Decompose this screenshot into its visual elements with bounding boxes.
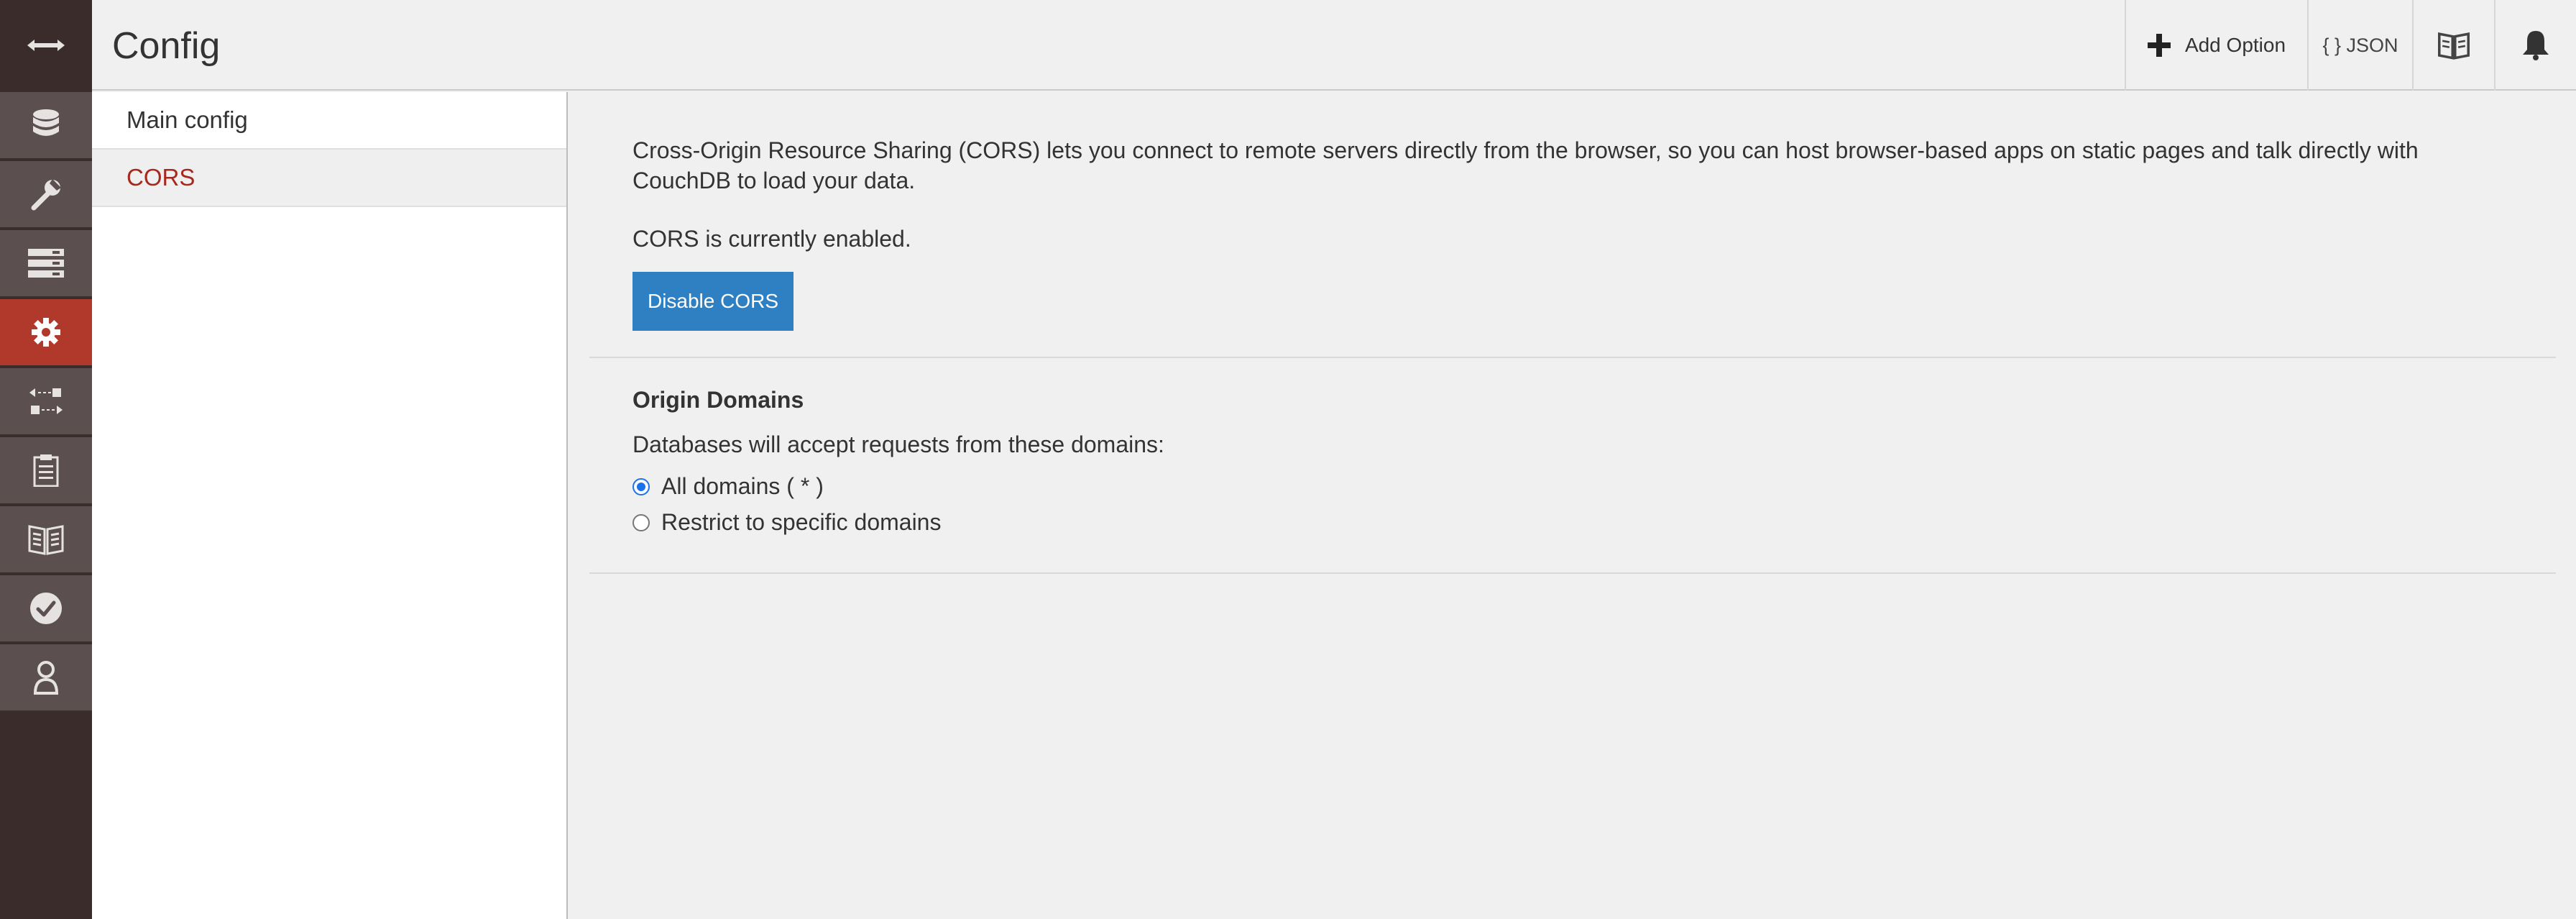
cors-description-line2: CouchDB to load your data.: [632, 168, 916, 193]
json-label: { } JSON: [2322, 34, 2398, 56]
section-divider: [589, 572, 2556, 574]
config-sidebar: Main config CORS: [92, 92, 568, 919]
sidebar-item-cors[interactable]: CORS: [92, 150, 566, 207]
nav-toggle-button[interactable]: [0, 0, 92, 91]
sidebar-item-main-config[interactable]: Main config: [92, 92, 566, 150]
nav-active-tasks[interactable]: [0, 230, 92, 298]
add-option-label: Add Option: [2184, 34, 2286, 56]
replication-icon: [29, 388, 63, 414]
wrench-icon: [31, 179, 61, 211]
restrict-domains-radio[interactable]: [632, 513, 650, 531]
cors-description-line1: Cross-Origin Resource Sharing (CORS) let…: [632, 137, 2419, 163]
section-divider: [589, 357, 2556, 358]
nav-replication[interactable]: [0, 368, 92, 436]
all-domains-label: All domains ( * ): [661, 473, 824, 499]
all-domains-option[interactable]: All domains ( * ): [632, 473, 824, 500]
nav-setup[interactable]: [0, 161, 92, 229]
book-icon: [2438, 32, 2470, 60]
bell-icon: [2523, 31, 2549, 60]
origin-domains-description: Databases will accept requests from thes…: [632, 431, 1164, 457]
nav-verify[interactable]: [0, 575, 92, 643]
plus-icon: [2147, 34, 2171, 57]
nav-user[interactable]: [0, 644, 92, 712]
book-icon: [28, 525, 64, 555]
primary-nav: [0, 0, 92, 919]
disable-cors-button[interactable]: Disable CORS: [632, 272, 794, 331]
sidebar-item-label: CORS: [126, 164, 196, 191]
main-content: Cross-Origin Resource Sharing (CORS) let…: [569, 92, 2576, 919]
nav-documentation[interactable]: [0, 506, 92, 574]
page-header: Config Add Option { } JSON: [92, 0, 2576, 91]
origin-domains-heading: Origin Domains: [632, 387, 804, 413]
page-title: Config: [112, 25, 221, 67]
arrows-horizontal-icon: [27, 40, 65, 51]
server-icon: [28, 249, 64, 278]
nav-config[interactable]: [0, 299, 92, 367]
cors-status-text: CORS is currently enabled.: [632, 226, 911, 252]
sidebar-item-label: Main config: [126, 106, 248, 133]
documentation-button[interactable]: [2412, 0, 2494, 91]
restrict-domains-option[interactable]: Restrict to specific domains: [632, 509, 941, 536]
cors-description: Cross-Origin Resource Sharing (CORS) let…: [632, 135, 2472, 196]
add-option-button[interactable]: Add Option: [2125, 0, 2307, 91]
gear-icon: [32, 318, 60, 347]
nav-documentation-tasks[interactable]: [0, 437, 92, 505]
nav-databases[interactable]: [0, 92, 92, 160]
json-button[interactable]: { } JSON: [2307, 0, 2412, 91]
all-domains-radio[interactable]: [632, 477, 650, 495]
user-icon: [33, 661, 59, 695]
database-icon: [33, 109, 59, 136]
clipboard-icon: [33, 454, 59, 487]
notifications-button[interactable]: [2494, 0, 2576, 91]
check-circle-icon: [30, 593, 62, 624]
restrict-domains-label: Restrict to specific domains: [661, 509, 942, 535]
